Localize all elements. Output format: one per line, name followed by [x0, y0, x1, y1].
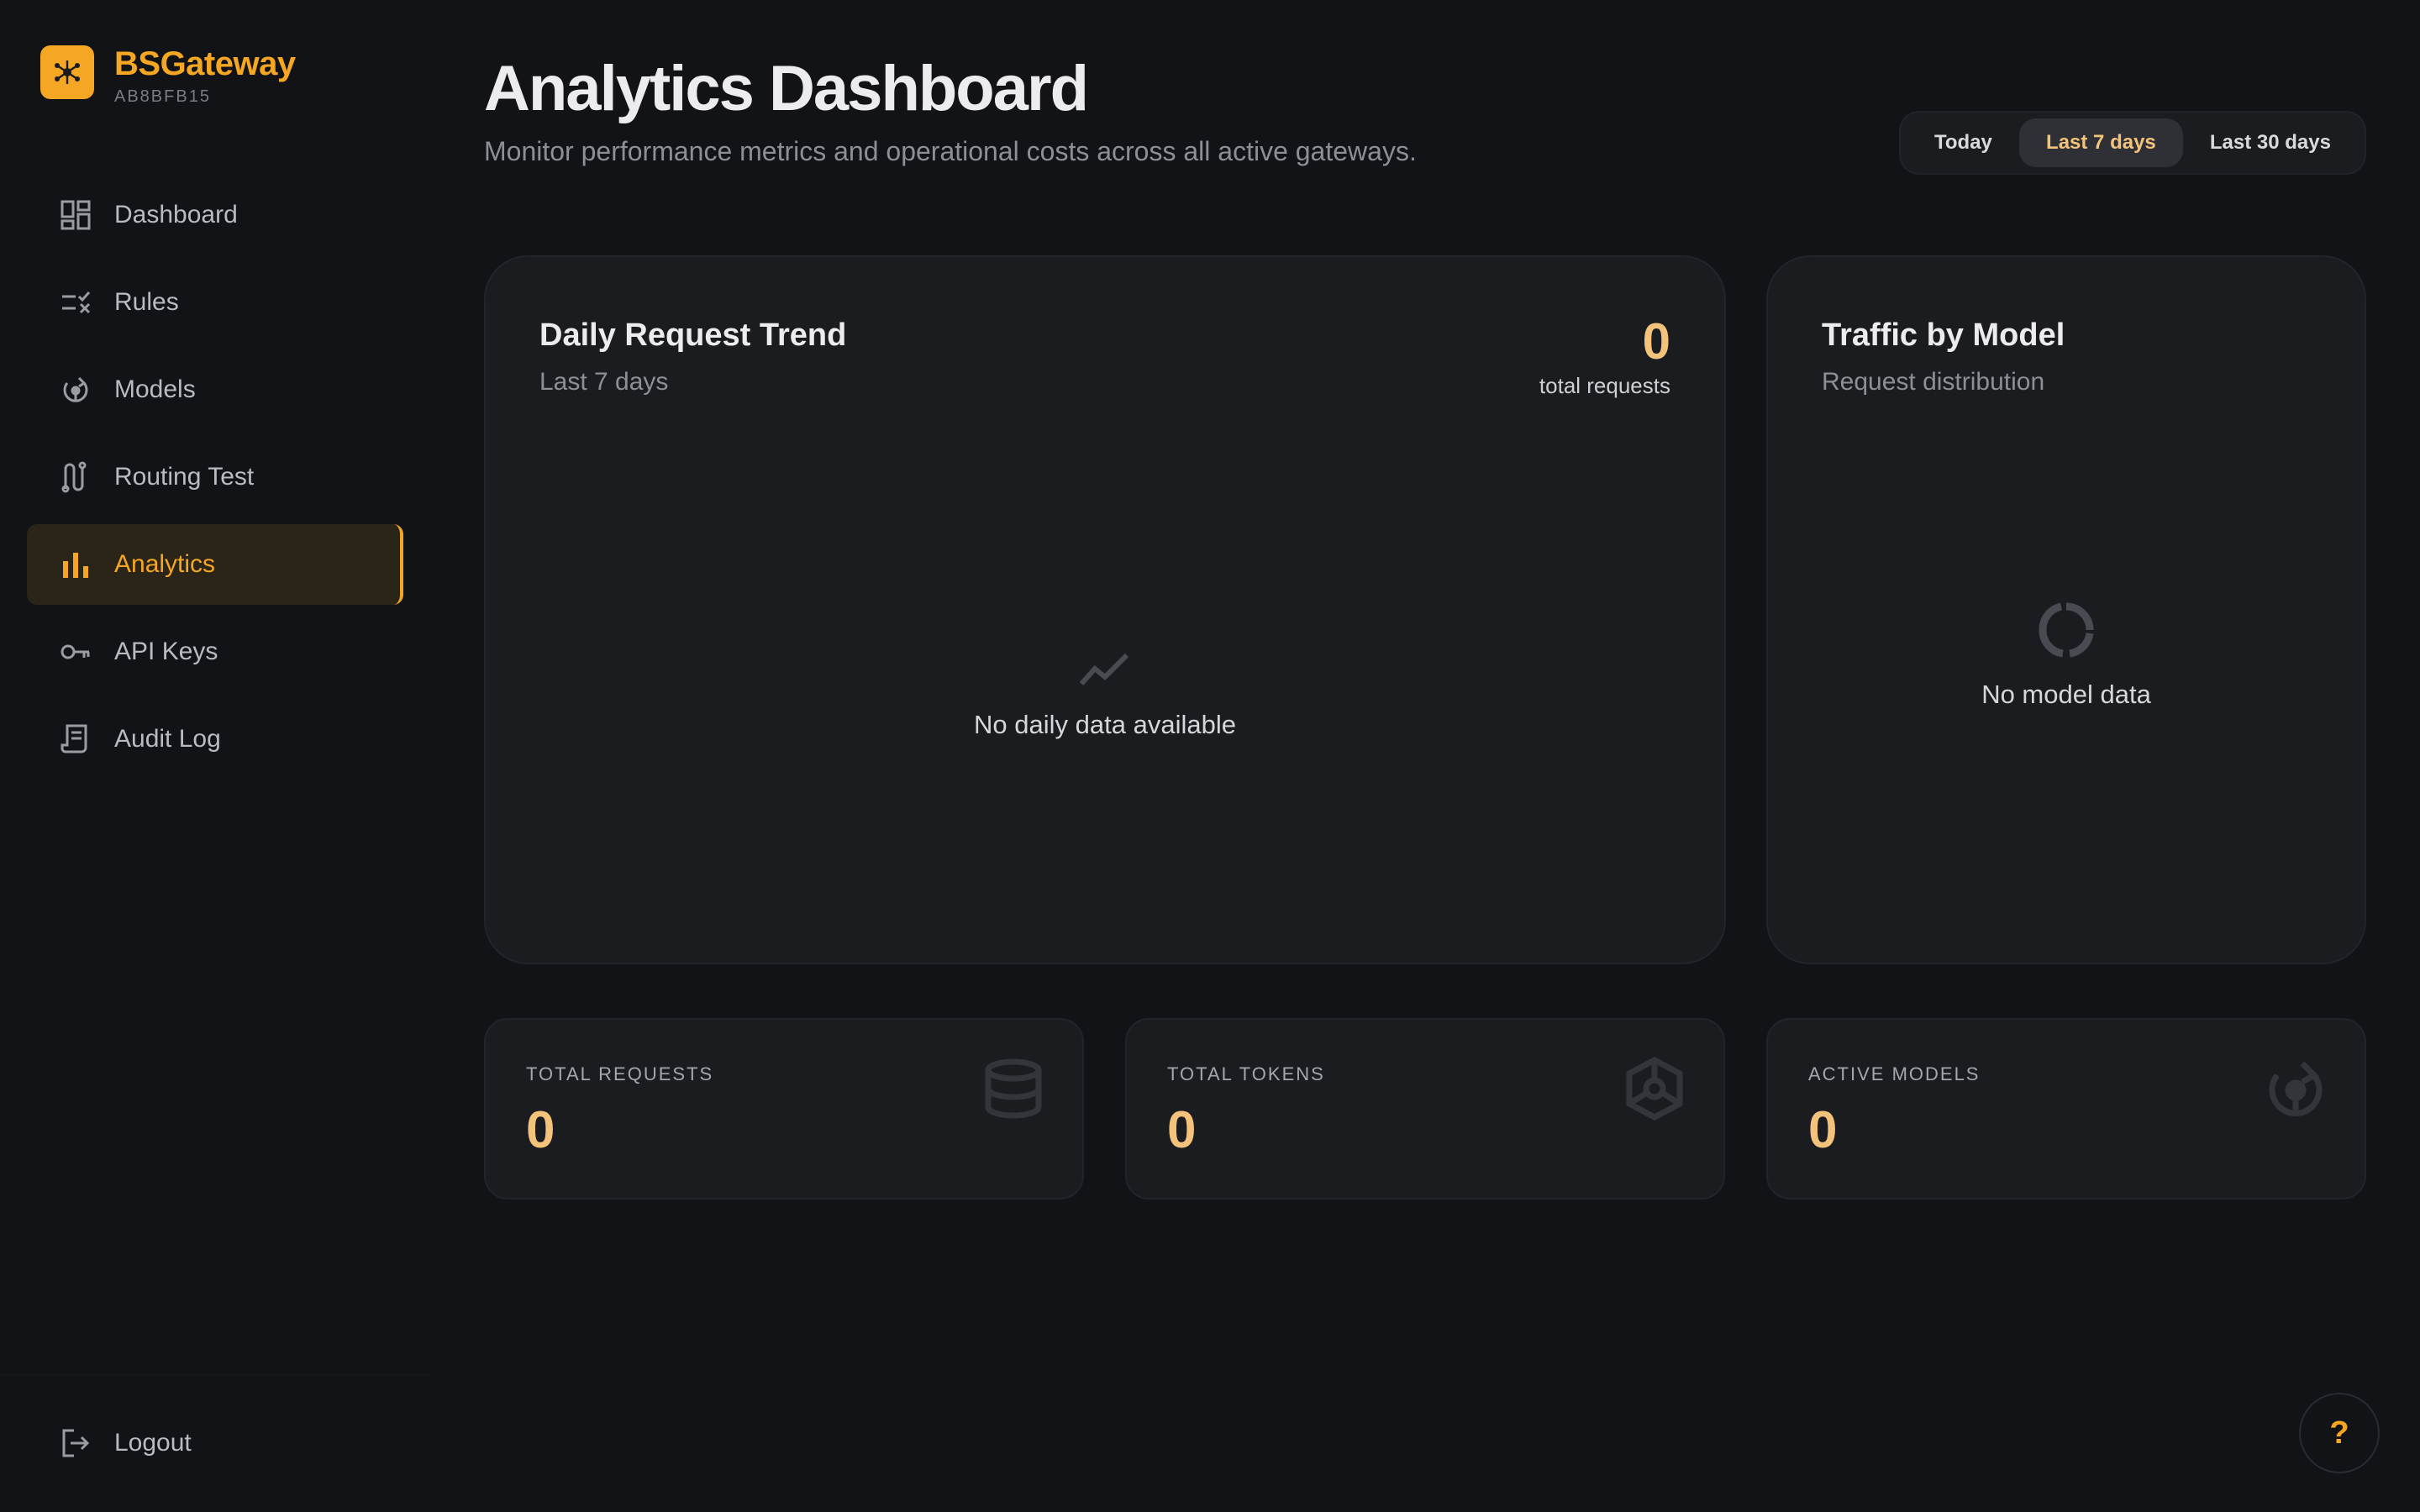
- total-requests-value: 0: [1642, 313, 1670, 370]
- stat-label: TOTAL TOKENS: [1167, 1063, 1325, 1084]
- sidebar-divider: [0, 1374, 430, 1376]
- help-button[interactable]: ?: [2299, 1393, 2380, 1473]
- empty-state-text: No model data: [1981, 680, 2151, 709]
- empty-state: No daily data available: [486, 648, 1724, 740]
- total-requests-label: total requests: [1539, 373, 1670, 398]
- stat-value: 0: [1808, 1101, 1838, 1159]
- empty-state: No model data: [1768, 601, 2365, 710]
- donut-chart-icon: [2039, 602, 2094, 658]
- stat-label: ACTIVE MODELS: [1808, 1063, 1981, 1084]
- sidebar-item-label: API Keys: [114, 638, 218, 665]
- analytics-icon: [57, 546, 94, 583]
- empty-state-text: No daily data available: [974, 710, 1236, 739]
- sidebar-item-label: Dashboard: [114, 201, 238, 228]
- traffic-by-model-card: Traffic by Model Request distribution No…: [1766, 255, 2366, 964]
- stat-card-active-models: ACTIVE MODELS 0: [1766, 1018, 2366, 1200]
- card-subtitle: Request distribution: [1822, 368, 2045, 396]
- models-icon: [2260, 1053, 2331, 1124]
- logout-button[interactable]: Logout: [57, 1425, 192, 1462]
- card-subtitle: Last 7 days: [539, 368, 669, 396]
- date-range-selector: Today Last 7 days Last 30 days: [1899, 111, 2366, 175]
- sidebar-nav: Dashboard Rules Models Routing Test Anal…: [27, 175, 403, 786]
- database-icon: [978, 1053, 1049, 1124]
- stat-label: TOTAL REQUESTS: [526, 1063, 714, 1084]
- sidebar: BSGateway AB8BFB15 Dashboard Rules Model…: [0, 0, 430, 1512]
- dashboard-icon: [57, 197, 94, 234]
- stat-value: 0: [1167, 1101, 1197, 1159]
- sidebar-item-label: Models: [114, 375, 196, 403]
- brand[interactable]: BSGateway AB8BFB15: [40, 45, 296, 107]
- rules-icon: [57, 284, 94, 321]
- stat-card-total-requests: TOTAL REQUESTS 0: [484, 1018, 1084, 1200]
- routing-icon: [57, 459, 94, 496]
- range-today-button[interactable]: Today: [1907, 118, 2019, 167]
- models-icon: [57, 371, 94, 408]
- sidebar-item-analytics[interactable]: Analytics: [27, 524, 403, 605]
- key-icon: [57, 633, 94, 670]
- range-last-7-days-button[interactable]: Last 7 days: [2019, 118, 2183, 167]
- daily-request-trend-card: Daily Request Trend Last 7 days 0 total …: [484, 255, 1726, 964]
- trend-line-icon: [1079, 653, 1129, 685]
- sidebar-item-models[interactable]: Models: [27, 349, 403, 430]
- brand-id: AB8BFB15: [114, 87, 211, 106]
- sidebar-item-label: Analytics: [114, 550, 216, 578]
- cube-icon: [1619, 1053, 1690, 1124]
- card-title: Traffic by Model: [1822, 318, 2065, 353]
- sidebar-item-routing-test[interactable]: Routing Test: [27, 437, 403, 517]
- receipt-icon: [57, 721, 94, 758]
- sidebar-item-audit-log[interactable]: Audit Log: [27, 699, 403, 780]
- sidebar-item-dashboard[interactable]: Dashboard: [27, 175, 403, 255]
- range-last-30-days-button[interactable]: Last 30 days: [2183, 118, 2358, 167]
- page-subtitle: Monitor performance metrics and operatio…: [484, 136, 1417, 166]
- logout-label: Logout: [114, 1429, 192, 1457]
- sidebar-item-rules[interactable]: Rules: [27, 262, 403, 343]
- stat-card-total-tokens: TOTAL TOKENS 0: [1125, 1018, 1725, 1200]
- sidebar-item-api-keys[interactable]: API Keys: [27, 612, 403, 692]
- brand-logo-icon: [40, 45, 94, 99]
- stat-value: 0: [526, 1101, 555, 1159]
- sidebar-item-label: Audit Log: [114, 725, 221, 753]
- sidebar-item-label: Rules: [114, 288, 179, 316]
- sidebar-item-label: Routing Test: [114, 463, 255, 491]
- page-title: Analytics Dashboard: [484, 53, 1089, 124]
- logout-icon: [57, 1425, 94, 1462]
- brand-name: BSGateway: [114, 45, 296, 82]
- card-title: Daily Request Trend: [539, 318, 847, 353]
